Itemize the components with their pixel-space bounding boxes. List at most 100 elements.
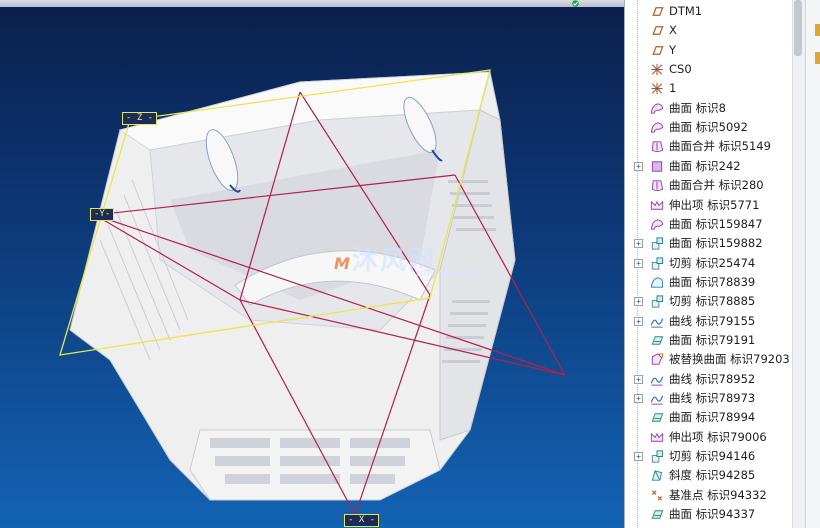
- tree-item-label: 曲线 标识78973: [669, 391, 756, 405]
- tree-item[interactable]: + 切剪 标识78885: [625, 292, 797, 311]
- tree-item-label: 伸出项 标识79006: [669, 429, 767, 444]
- cut-icon: [651, 256, 664, 270]
- tree-item[interactable]: 曲面 标识79191: [625, 331, 797, 350]
- protrusion-icon: [650, 432, 664, 442]
- plane-label-z[interactable]: - Z -: [122, 112, 158, 125]
- expand-icon[interactable]: +: [634, 374, 643, 384]
- tree-item[interactable]: CS0: [625, 60, 797, 79]
- tree-item[interactable]: + 曲线 标识78973: [625, 389, 797, 408]
- tree-item-label: Y: [669, 42, 677, 57]
- tree-item[interactable]: 被替换曲面 标识79203: [625, 350, 797, 369]
- tree-item[interactable]: 斜度 标识94285: [625, 466, 797, 485]
- tree-item-label: 曲面 标识78994: [669, 410, 756, 425]
- curve-icon: [650, 376, 664, 386]
- tree-item[interactable]: 伸出项 标识79006: [625, 428, 797, 447]
- plane-label-x[interactable]: - X -: [344, 514, 380, 527]
- coordinate-system-icon: [651, 83, 663, 95]
- datum-plane-icon: [652, 26, 664, 36]
- watermark: M沐风网 mfcad.com: [334, 240, 478, 279]
- tree-item-label: 被替换曲面 标识79203: [669, 352, 790, 367]
- cut-icon: [651, 237, 664, 250]
- tree-item-label: 斜度 标识94285: [669, 468, 756, 483]
- tree-item-label: 曲面 标识5092: [669, 120, 748, 135]
- cut-icon: [651, 450, 664, 463]
- tree-item-label: 基准点 标识94332: [669, 487, 767, 502]
- watermark-logo: M: [334, 254, 350, 273]
- tree-item-label: 曲面 标识242: [669, 158, 741, 173]
- tree-item-label: 曲面 标识79191: [669, 332, 756, 347]
- tree-item-label: 切剪 标识78885: [669, 294, 756, 309]
- plane-label-y[interactable]: -Y-: [90, 208, 115, 221]
- curve-icon: [650, 395, 664, 405]
- tree-item-label: 曲面合并 标识280: [669, 178, 764, 193]
- expand-icon[interactable]: +: [634, 239, 643, 249]
- draft-icon: [651, 470, 663, 482]
- tree-item[interactable]: + 切剪 标识25474: [625, 254, 797, 273]
- tree-item[interactable]: 1: [625, 79, 797, 98]
- expand-icon[interactable]: +: [634, 452, 643, 462]
- datum-plane-icon: [652, 45, 664, 55]
- tree-item-label: 曲面合并 标识5149: [669, 139, 771, 154]
- surface-icon: [650, 103, 664, 114]
- expand-icon[interactable]: +: [634, 316, 643, 326]
- tree-item[interactable]: + 切剪 标识94146: [625, 447, 797, 466]
- watermark-url: mfcad.com: [416, 268, 478, 279]
- tree-item-label: 1: [669, 81, 677, 96]
- surface-blue-icon: [650, 277, 664, 288]
- surface-icon: [650, 219, 664, 230]
- right-toolbar-edge: [805, 0, 820, 528]
- tree-item[interactable]: DTM1: [625, 2, 797, 21]
- tree-item[interactable]: X: [625, 21, 797, 40]
- tree-item[interactable]: 曲面 标识5092: [625, 118, 797, 137]
- tree-item[interactable]: 伸出项 标识5771: [625, 196, 797, 215]
- model-tree-panel: DTM1 X Y CS0 1 曲面 标识8 曲面 标识5092 曲面合并 标识5149 + 曲面 …: [624, 0, 820, 528]
- tree-item[interactable]: 曲面合并 标识280: [625, 176, 797, 195]
- tree-item[interactable]: 曲面 标识78994: [625, 408, 797, 427]
- datum-point-icon: [651, 490, 663, 501]
- tree-item-label: CS0: [669, 62, 692, 77]
- cut-icon: [651, 295, 664, 308]
- tree-item-label: 曲面 标识8: [669, 100, 726, 115]
- tree-item[interactable]: Y: [625, 41, 797, 60]
- tree-item-label: DTM1: [669, 4, 703, 18]
- expand-icon[interactable]: +: [634, 297, 643, 307]
- tree-item[interactable]: 基准点 标识94332: [625, 486, 797, 505]
- tree-item-label: X: [669, 23, 677, 38]
- tree-item[interactable]: 曲面 标识8: [625, 99, 797, 118]
- surface-teal-icon: [651, 413, 664, 423]
- merge-icon: [651, 180, 664, 192]
- tree-item-label: 曲面 标识159847: [669, 216, 763, 231]
- expand-icon[interactable]: +: [634, 161, 643, 171]
- merge-icon: [651, 141, 664, 153]
- tree-item-label: 伸出项 标识5771: [669, 197, 760, 212]
- tree-item[interactable]: 曲面 标识78839: [625, 273, 797, 292]
- tree-item-label: 曲面 标识78839: [669, 274, 756, 289]
- tree-scrollbar-thumb[interactable]: [794, 0, 802, 56]
- bottom-grille: [210, 438, 410, 484]
- protrusion-icon: [650, 200, 664, 210]
- tree-item[interactable]: 曲面 标识159847: [625, 215, 797, 234]
- tree-item-label: 曲面 标识94337: [669, 507, 756, 522]
- toolbar-tab-marker[interactable]: [815, 52, 820, 64]
- tree-item-label: 切剪 标识25474: [669, 255, 756, 270]
- tree-item[interactable]: + 曲面 标识159882: [625, 234, 797, 253]
- expand-icon[interactable]: +: [634, 258, 643, 268]
- expand-icon[interactable]: +: [634, 394, 643, 403]
- tree-item-label: 曲线 标识79155: [669, 313, 756, 328]
- datum-plane-icon: [652, 7, 664, 16]
- toolbar-tab-marker[interactable]: [815, 24, 820, 36]
- surface-teal-icon: [651, 336, 664, 345]
- tree-item-label: 曲线 标识78952: [669, 371, 756, 386]
- tree-item[interactable]: + 曲线 标识78952: [625, 370, 797, 389]
- coordinate-system-icon: [651, 63, 663, 76]
- replaced-surface-icon: [651, 353, 664, 365]
- tree-item[interactable]: 曲面合并 标识5149: [625, 137, 797, 156]
- tree-item-label: 曲面 标识159882: [669, 236, 763, 251]
- surface-icon: [650, 122, 664, 133]
- cad-model[interactable]: [0, 0, 624, 528]
- tree-item[interactable]: + 曲线 标识79155: [625, 312, 797, 331]
- tree-scrollbar[interactable]: [792, 0, 805, 528]
- tree-item[interactable]: + 曲面 标识242: [625, 157, 797, 176]
- 3d-viewport[interactable]: - Z - -Y- - X - M沐风网 mfcad.com: [0, 0, 624, 528]
- tree-item[interactable]: 曲面 标识94337: [625, 505, 797, 524]
